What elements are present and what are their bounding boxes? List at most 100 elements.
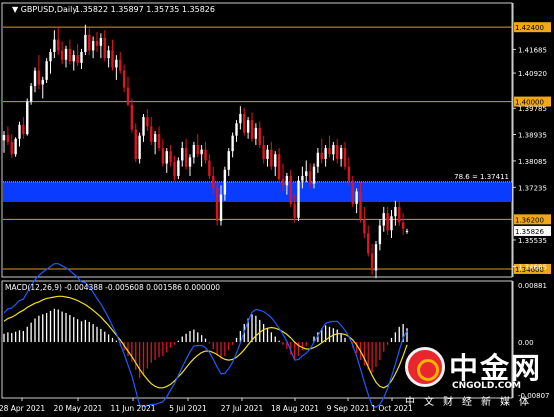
main-price-panel: 78.6 = 1.374111.424001.416851.409201.400…: [1, 2, 551, 279]
cngold-watermark-logo: 中金网 CNGOLD.COM 中文财经新媒体: [405, 345, 550, 408]
candle-body: [99, 38, 103, 46]
candle-body: [196, 144, 199, 155]
candle-body: [142, 117, 145, 136]
price-tick-label: 1.36200: [515, 216, 544, 224]
candle-body: [359, 191, 362, 220]
candle-body: [68, 48, 72, 62]
candle-body: [49, 51, 52, 62]
candle-body: [289, 175, 292, 204]
candle-body: [281, 179, 285, 186]
candle-body: [88, 34, 91, 51]
candle-body: [26, 101, 29, 135]
candle-body: [223, 169, 227, 195]
candle-body: [41, 79, 44, 85]
candle-body: [324, 148, 327, 159]
x-tick-label: 28 Apr 2021: [0, 404, 45, 413]
candle-body: [53, 39, 56, 52]
candle-body: [312, 166, 316, 184]
fibonacci-zone: [3, 181, 512, 202]
candle-body: [57, 39, 60, 51]
chart-title: ▼ GBPUSD,Daily: [12, 5, 77, 14]
candle-body: [227, 151, 230, 170]
candle-body: [394, 206, 397, 217]
candle-body: [235, 123, 238, 136]
candle-body: [374, 244, 378, 271]
x-tick-label: 9 Sep 2021: [327, 404, 370, 413]
candle-body: [200, 149, 203, 155]
candle-body: [351, 180, 354, 204]
candle-body: [146, 117, 149, 127]
candle-body: [134, 129, 137, 159]
candle-body: [390, 216, 393, 231]
candle-body: [401, 222, 405, 229]
candle-body: [386, 213, 389, 231]
candle-body: [258, 127, 261, 145]
candle-body: [336, 144, 339, 159]
candle-body: [308, 171, 312, 184]
price-tick-label: 1.38085: [518, 158, 547, 166]
candle-body: [320, 152, 323, 159]
candle-body: [339, 148, 343, 159]
candle-body: [165, 151, 168, 164]
candle-body: [293, 203, 296, 218]
candle-body: [332, 144, 335, 155]
candle-body: [103, 38, 106, 59]
current-price-label: 1.35826: [515, 228, 544, 236]
candle-body: [274, 154, 277, 167]
candle-body: [107, 50, 110, 59]
candle-body: [378, 225, 382, 245]
watermark-sub-text: 中文财经新媒体: [405, 397, 538, 408]
candle-body: [382, 213, 385, 226]
x-tick-label: 27 Jul 2021: [221, 404, 264, 413]
candle-body: [29, 86, 33, 102]
price-tick-label: 1.40920: [518, 70, 547, 78]
candle-body: [262, 144, 265, 159]
candle-body: [95, 41, 99, 46]
candle-body: [33, 70, 37, 87]
price-tick-label: 1.38935: [518, 132, 547, 140]
x-tick-label: 11 Jun 2021: [110, 404, 155, 413]
candle-body: [188, 157, 192, 167]
candle-body: [367, 233, 370, 254]
x-axis: 28 Apr 2021 20 May 2021 11 Jun 2021 5 Jul 2…: [0, 398, 413, 413]
candle-body: [91, 41, 95, 51]
candle-body: [153, 134, 157, 142]
candle-body: [169, 151, 172, 163]
price-tick-label: 1.42400: [515, 24, 544, 32]
candle-body: [18, 124, 21, 139]
candle-body: [370, 253, 374, 271]
candle-body: [2, 135, 6, 141]
candle-body: [115, 59, 118, 68]
candle-body: [6, 135, 10, 142]
candle-body: [22, 124, 25, 135]
candle-body: [215, 188, 219, 221]
candle-body: [398, 206, 401, 223]
candle-body: [266, 149, 269, 159]
candle-body: [76, 55, 79, 63]
candle-body: [328, 148, 331, 155]
candle-body: [37, 70, 41, 85]
candle-body: [204, 149, 207, 161]
candle-body: [14, 138, 17, 155]
macd-tick-label: 0.00881: [518, 282, 547, 290]
chart-window: 78.6 = 1.37411 1.42400 1.41685 1.40920 1.400…: [0, 0, 554, 417]
candle-body: [45, 61, 48, 80]
candle-body: [138, 135, 141, 159]
candle-body: [177, 160, 180, 176]
candle-body: [243, 113, 246, 133]
candle-body: [347, 166, 351, 181]
candle-body: [84, 34, 87, 52]
x-tick-label: 5 Jul 2021: [169, 404, 207, 413]
price-tick-label: 1.41685: [518, 46, 547, 54]
candle-body: [157, 134, 161, 149]
candle-body: [355, 191, 358, 204]
main-panel-border: [1, 2, 513, 278]
candle-body: [250, 120, 254, 139]
price-tick-label: 1.39785: [518, 105, 547, 113]
candle-body: [111, 50, 114, 68]
x-tick-label: 18 Aug 2021: [271, 404, 319, 413]
candle-body: [316, 152, 320, 167]
candle-body: [297, 180, 300, 218]
candle-body: [405, 230, 409, 232]
candle-body: [64, 48, 68, 60]
